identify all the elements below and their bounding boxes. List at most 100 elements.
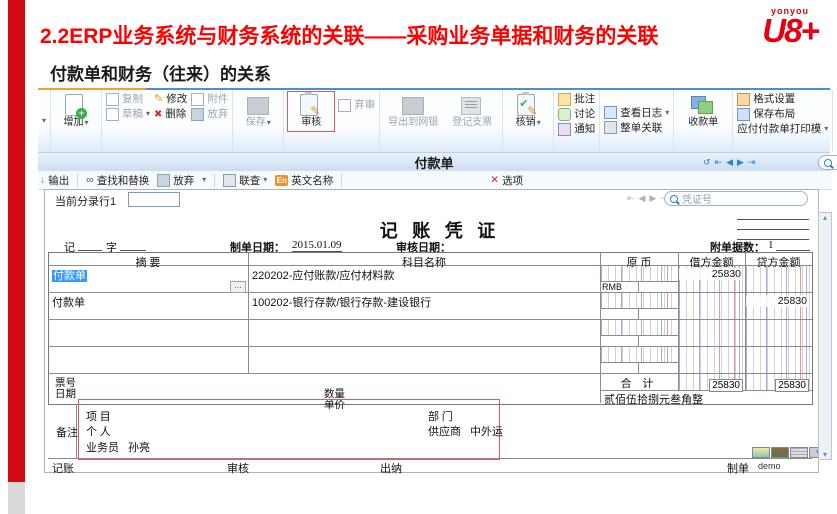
currency-cell[interactable]: RMB (602, 282, 622, 292)
add-button[interactable]: + 增加▾ (55, 92, 97, 129)
bill-date-label: 日期 (55, 386, 76, 401)
find-replace-label: 查找和替换 (97, 173, 150, 188)
credit-amount-cell[interactable]: 25830 (746, 295, 807, 307)
attachment-icon (191, 93, 204, 106)
discuss-label: 讨论 (574, 107, 595, 121)
output-button[interactable]: ↓输出 (40, 173, 69, 188)
ledger-stripes (601, 320, 678, 335)
group-bank: 导出到网银 登记支票 (380, 90, 503, 152)
debit-amount-cell[interactable]: 25830 (679, 268, 741, 280)
group-edit: 复制 草稿▾ ✎修改 ✖删除 附件 放弃 (102, 90, 233, 152)
english-name-button[interactable]: En英文名称 (275, 173, 333, 188)
receipt-button[interactable]: 收款单 (678, 92, 728, 129)
unaudit-button[interactable]: 弃审 (338, 98, 375, 112)
save-layout-label: 保存布局 (753, 107, 795, 121)
draft-button[interactable]: 草稿▾ (106, 107, 150, 121)
order-link-button[interactable]: 整单关联 (604, 121, 669, 135)
ledger-stripes (679, 293, 745, 319)
view-log-button[interactable]: 查看日志▾ (604, 106, 669, 120)
delete-label: 删除 (165, 107, 186, 121)
discard-caret-icon[interactable]: ▾ (202, 176, 206, 184)
table-row-summary[interactable]: 付款单 (52, 294, 85, 310)
copy-icon (106, 93, 119, 106)
voucher-toolbar: ↓输出 ∞查找和替换 放弃 ▾ 联查▾ En英文名称 ✕选项 (38, 171, 832, 190)
copy-button[interactable]: 复制 (106, 92, 150, 106)
delete-button[interactable]: ✖删除 (154, 107, 187, 121)
payment-title-bar: 付款单 ↺ ⇤ ◀ ▶ ⇥ 单据 (38, 152, 830, 172)
scroll-down-icon[interactable]: ▾ (823, 450, 827, 459)
register-check-button[interactable]: 登记支票 (446, 92, 498, 129)
quick-access-caret-icon[interactable]: ▾ (42, 117, 46, 125)
search-icon (824, 159, 832, 167)
first-record-icon[interactable]: ⇤ (715, 157, 723, 168)
word-blank-line (120, 240, 146, 251)
find-replace-button[interactable]: ∞查找和替换 (86, 173, 149, 188)
table-row-account[interactable]: 100202-银行存款/银行存款-建设银行 (252, 294, 431, 310)
attachment-label: 附件 (207, 92, 228, 106)
voucher-search-placeholder: 凭证号 (682, 191, 712, 206)
discard-voucher-label: 放弃 (173, 173, 194, 188)
options-button[interactable]: ✕选项 (490, 173, 523, 188)
table-row-account[interactable]: 220202-应付账款/应付材料款 (252, 267, 394, 283)
footer-image-icon[interactable] (790, 447, 808, 458)
attachment-button[interactable]: 附件 (191, 92, 228, 106)
format-settings-button[interactable]: 格式设置 (737, 92, 828, 106)
output-icon: ↓ (40, 174, 45, 186)
save-label: 保存 (246, 117, 266, 129)
summary-cell-selected[interactable]: 付款单 (52, 270, 87, 282)
link-query-button[interactable]: 联查▾ (223, 173, 267, 188)
format-settings-label: 格式设置 (753, 92, 795, 106)
footer-image-icon[interactable] (771, 447, 789, 458)
refresh-icon[interactable]: ↺ (703, 157, 711, 168)
scroll-up-icon[interactable]: ▴ (823, 213, 827, 222)
next-voucher-icon[interactable]: ▶ (649, 193, 656, 204)
writeoff-button[interactable]: ✔✎ 核销▾ (507, 92, 549, 129)
total-debit-value: 25830 (709, 379, 743, 392)
footer-image-icon[interactable] (752, 447, 770, 458)
document-search-box[interactable]: 单据 (818, 155, 837, 170)
group-writeoff: ✔✎ 核销▾ (503, 90, 554, 152)
unaudit-icon (338, 99, 351, 112)
ledger-stripes (746, 320, 811, 346)
next-record-icon[interactable]: ▶ (737, 157, 744, 168)
table-row-summary: 付款单 (52, 267, 87, 283)
prev-record-icon[interactable]: ◀ (726, 157, 733, 168)
notify-button[interactable]: 通知 (558, 122, 595, 136)
discard-icon (191, 108, 204, 121)
voucher-search-box[interactable]: 凭证号 (664, 191, 808, 206)
print-template-button[interactable]: 应付付款单打印模▾ (737, 122, 828, 136)
maker-label: 制单 (727, 460, 749, 476)
save-layout-button[interactable]: 保存布局 (737, 107, 828, 121)
first-voucher-icon[interactable]: ⇤ (627, 193, 635, 204)
logo-product: U8+ (748, 16, 832, 46)
audit-pencil-icon: ✎ (310, 104, 320, 118)
save-button[interactable]: 保存▾ (237, 92, 279, 129)
print-template-caret-icon: ▾ (824, 125, 828, 133)
audit-label: 审核 (301, 117, 321, 129)
view-log-label: 查看日志 (620, 106, 662, 120)
prev-voucher-icon[interactable]: ◀ (639, 193, 646, 204)
ledger-stripes (746, 347, 811, 373)
audit-button[interactable]: ✎ 审核 (290, 92, 332, 129)
entry-line-input[interactable] (128, 192, 180, 207)
last-record-icon[interactable]: ⇥ (748, 157, 756, 168)
summary-lookup-button[interactable]: … (230, 281, 246, 293)
discard-button[interactable]: 放弃 (191, 107, 228, 121)
table-line (638, 362, 639, 373)
maker-value: demo (758, 461, 781, 471)
unaudit-label: 弃审 (354, 98, 375, 112)
annotate-icon (558, 93, 571, 106)
discuss-button[interactable]: 讨论 (558, 107, 595, 121)
modify-button[interactable]: ✎修改 (154, 92, 187, 106)
draft-icon (106, 108, 119, 121)
notify-icon (558, 123, 571, 136)
vertical-scrollbar[interactable]: ▴ ▾ (818, 212, 832, 460)
attach-blank-line (776, 240, 810, 251)
annotate-button[interactable]: 批注 (558, 92, 595, 106)
discard-voucher-button[interactable]: 放弃 (157, 173, 194, 188)
copy-label: 复制 (122, 92, 143, 106)
receipt-icon (691, 96, 713, 114)
total-label: 合 计 (600, 375, 678, 391)
export-bank-button[interactable]: 导出到网银 (384, 92, 442, 129)
group-add: + 增加▾ (51, 90, 102, 152)
